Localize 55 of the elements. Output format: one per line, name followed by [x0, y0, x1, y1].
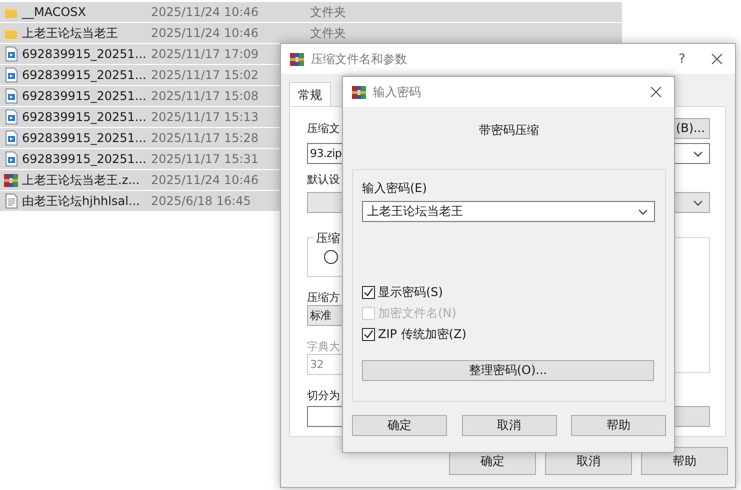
- file-date: 2025/11/24 10:46: [151, 26, 260, 40]
- books-icon: [4, 172, 18, 188]
- file-type: 文件夹: [310, 24, 346, 42]
- file-name[interactable]: 上老王论坛当老王.z...: [22, 172, 151, 188]
- checkbox-label: ZIP 传统加密(Z): [378, 326, 466, 342]
- window-title: 压缩文件名和参数: [311, 50, 408, 68]
- file-name[interactable]: 由老王论坛hjhhlsal...: [22, 192, 151, 210]
- dialog-button[interactable]: 取消: [462, 415, 556, 436]
- dialog-button[interactable]: 帮助: [641, 447, 728, 475]
- file-date: 2025/11/24 10:46: [151, 173, 260, 187]
- file-date: 2025/11/17 15:02: [151, 68, 260, 82]
- checkbox-label: 加密文件名(N): [378, 304, 456, 322]
- file-date: 2025/11/17 15:31: [151, 152, 260, 166]
- checkbox[interactable]: [362, 328, 375, 340]
- browse-button[interactable]: (B)...: [673, 118, 710, 138]
- file-date: 2025/6/18 16:45: [151, 194, 252, 208]
- books-icon: [351, 84, 367, 100]
- field-label: 切分为: [307, 388, 340, 403]
- file-date: 2025/11/17 17:09: [151, 47, 260, 61]
- close-icon[interactable]: [650, 86, 662, 98]
- radio-button[interactable]: [324, 250, 338, 264]
- close-icon[interactable]: [711, 53, 723, 65]
- file-name[interactable]: __MACOSX: [22, 5, 151, 19]
- file-date: 2025/11/17 15:13: [151, 110, 260, 124]
- field-label: 输入密码(E): [362, 180, 427, 196]
- file-date: 2025/11/17 15:08: [151, 89, 260, 103]
- file-name[interactable]: 上老王论坛当老王: [22, 24, 151, 42]
- field-label: 压缩文: [307, 120, 340, 136]
- help-button[interactable]: ?: [667, 52, 697, 66]
- file-date: 2025/11/24 10:46: [151, 5, 260, 19]
- file-name[interactable]: 692839915_20251...: [22, 152, 151, 166]
- password-combo[interactable]: 上老王论坛当老王: [362, 201, 655, 222]
- file-type: 文件夹: [310, 4, 346, 20]
- file-name[interactable]: 692839915_20251...: [22, 89, 151, 103]
- chevron-icon: [693, 150, 703, 156]
- books-icon: [289, 51, 305, 67]
- chevron-icon: [693, 200, 703, 206]
- checkbox-label: 显示密码(S): [378, 284, 443, 300]
- organize-button[interactable]: 整理密码(O)...: [362, 360, 654, 381]
- folder-icon: [4, 4, 18, 20]
- dialog-button[interactable]: 帮助: [571, 415, 666, 436]
- field-label: 字典大: [307, 339, 340, 354]
- window-title: 输入密码: [373, 84, 422, 100]
- field-label: 压缩方: [307, 290, 340, 305]
- chevron-icon: [638, 208, 648, 214]
- file-date: 2025/11/17 15:28: [151, 131, 260, 145]
- dialog-heading: 带密码压缩: [478, 122, 540, 138]
- checkbox[interactable]: [362, 286, 375, 298]
- file-name[interactable]: 692839915_20251...: [22, 110, 151, 124]
- file-name[interactable]: 692839915_20251...: [22, 47, 151, 61]
- file-name[interactable]: 692839915_20251...: [22, 68, 151, 82]
- folder-icon: [4, 25, 18, 41]
- dialog-button[interactable]: 确定: [352, 415, 447, 436]
- field-label: 默认设: [307, 172, 340, 187]
- file-name[interactable]: 692839915_20251...: [22, 131, 151, 145]
